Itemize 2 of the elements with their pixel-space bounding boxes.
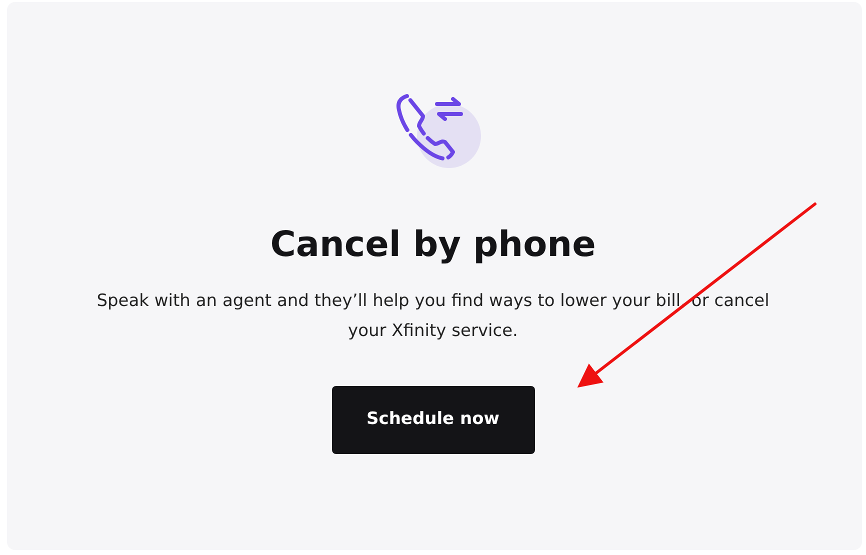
heading: Cancel by phone	[270, 224, 596, 267]
schedule-button[interactable]: Schedule now	[332, 386, 534, 454]
